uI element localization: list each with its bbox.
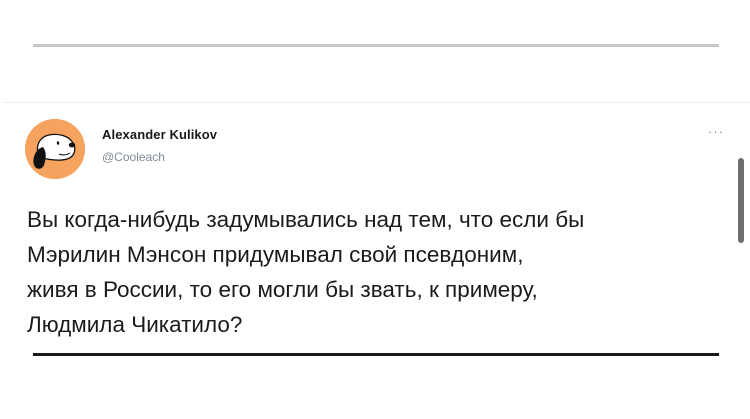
tweet-card[interactable]: Alexander Kulikov @Cooleach ··· Вы когда…	[3, 102, 750, 358]
avatar[interactable]	[25, 119, 85, 179]
top-divider	[33, 44, 719, 47]
tweet-text-line: Мэрилин Мэнсон придумывал свой псевдоним…	[27, 242, 524, 267]
more-options-icon[interactable]: ···	[708, 124, 724, 139]
bottom-divider	[33, 353, 719, 356]
tweet-text: Вы когда-нибудь задумывались над тем, чт…	[27, 202, 727, 342]
scrollbar-thumb[interactable]	[738, 158, 744, 243]
tweet-text-line: Людмила Чикатило?	[27, 312, 243, 337]
tweet-text-line: живя в России, то его могли бы звать, к …	[27, 277, 538, 302]
author-name[interactable]: Alexander Kulikov	[102, 127, 217, 142]
screenshot-page: Alexander Kulikov @Cooleach ··· Вы когда…	[0, 0, 750, 419]
author-handle[interactable]: @Cooleach	[102, 150, 165, 164]
tweet-text-line: Вы когда-нибудь задумывались над тем, чт…	[27, 207, 585, 232]
snoopy-avatar-icon	[25, 119, 85, 179]
